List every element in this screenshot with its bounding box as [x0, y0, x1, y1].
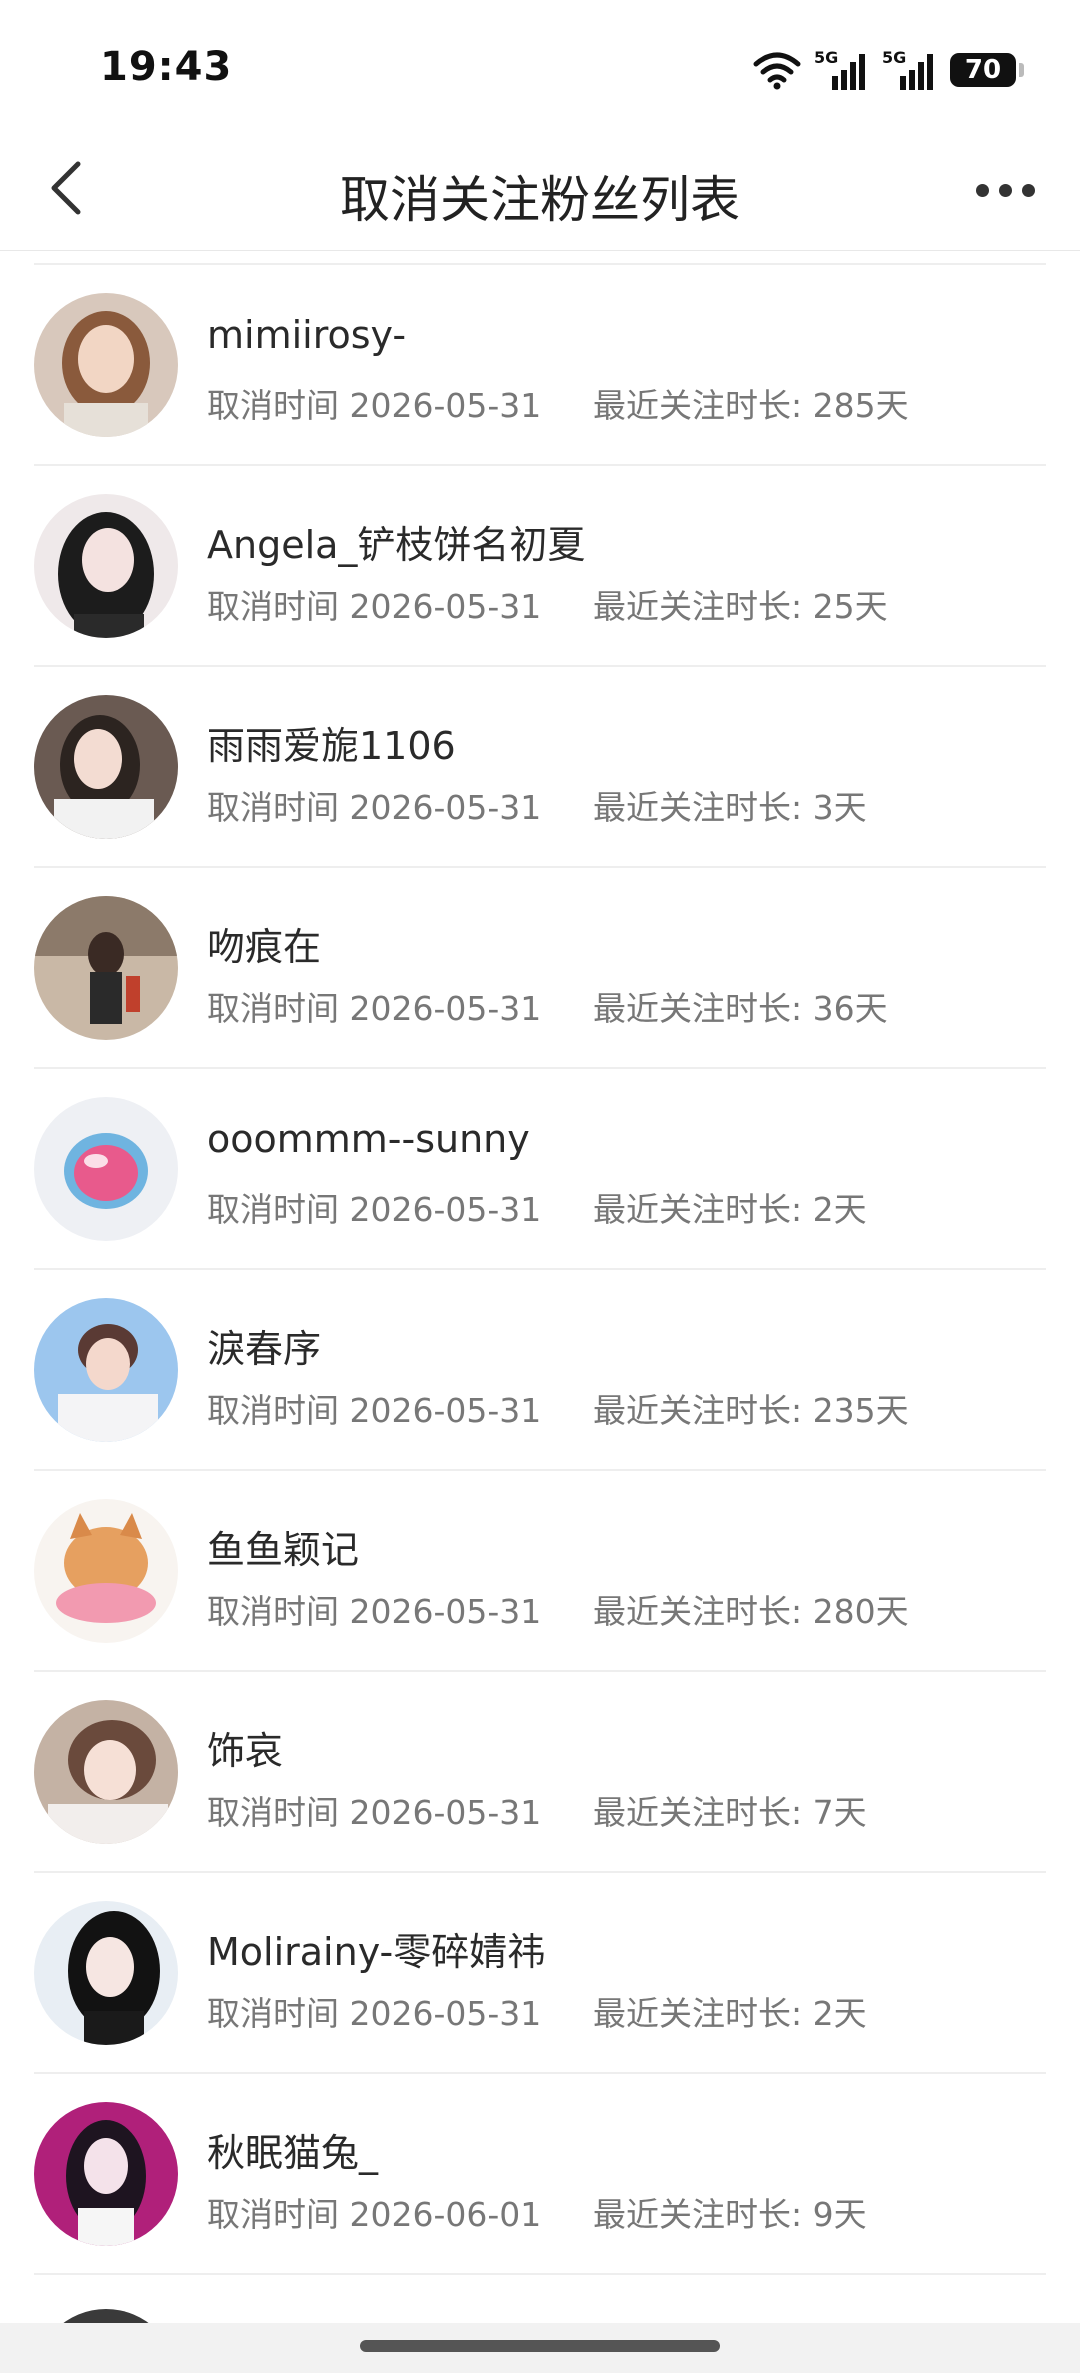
cancel-time: 取消时间 2026-05-31 [207, 1793, 542, 1832]
user-name: 雨雨爱旎1106 [207, 724, 456, 768]
nav-bar: 取消关注粉丝列表 [0, 130, 1080, 251]
network-type-label: 5G [882, 48, 907, 67]
user-name: 秋眠猫兔_ [207, 2131, 379, 2175]
more-dots-icon [975, 183, 989, 197]
follow-duration: 最近关注时长: 7天 [593, 1793, 867, 1832]
user-name: 饰哀 [207, 1729, 284, 1773]
list-item[interactable]: 雨雨爱旎1106 取消时间 2026-05-31 最近关注时长: 3天 [0, 667, 1080, 868]
follow-duration: 最近关注时长: 36天 [593, 989, 888, 1028]
follow-duration: 最近关注时长: 235天 [593, 1391, 909, 1430]
list-item[interactable]: Molirainy-零碎婧祎 取消时间 2026-05-31 最近关注时长: 2… [0, 1873, 1080, 2074]
avatar[interactable] [34, 2102, 178, 2246]
cancel-time: 取消时间 2026-05-31 [207, 788, 542, 827]
follow-duration: 最近关注时长: 9天 [593, 2195, 867, 2234]
avatar[interactable] [34, 1097, 178, 1241]
user-name: 鱼鱼颖记 [207, 1528, 360, 1572]
cancel-time: 取消时间 2026-05-31 [207, 587, 542, 626]
follow-duration: 最近关注时长: 25天 [593, 587, 888, 626]
status-time: 19:43 [100, 44, 233, 90]
list-item[interactable]: ooommm--sunny 取消时间 2026-05-31 最近关注时长: 2天 [0, 1069, 1080, 1270]
home-indicator[interactable] [360, 2340, 720, 2352]
avatar[interactable] [34, 494, 178, 638]
user-name: 吻痕在 [207, 925, 322, 969]
more-button[interactable] [960, 150, 1050, 230]
cancel-time: 取消时间 2026-05-31 [207, 1190, 542, 1229]
signal-icon-1: 5G [814, 48, 870, 92]
signal-icon-2: 5G [882, 48, 938, 92]
list-item[interactable]: Angela_铲枝饼名初夏 取消时间 2026-05-31 最近关注时长: 25… [0, 466, 1080, 667]
battery-level: 70 [964, 55, 1002, 85]
avatar[interactable] [34, 896, 178, 1040]
follow-duration: 最近关注时长: 2天 [593, 1994, 867, 2033]
user-name: ooommm--sunny [207, 1117, 530, 1161]
list-item[interactable]: 吻痕在 取消时间 2026-05-31 最近关注时长: 36天 [0, 868, 1080, 1069]
cancel-time: 取消时间 2026-05-31 [207, 989, 542, 1028]
screen: 19:43 5G 5G 70 取消关注粉丝列表 mimiirosy- 取消时间 … [0, 0, 1080, 2373]
status-icons: 5G 5G 70 [752, 48, 1024, 92]
avatar[interactable] [34, 1700, 178, 1844]
avatar[interactable] [34, 293, 178, 437]
follow-duration: 最近关注时长: 285天 [593, 386, 909, 425]
avatar[interactable] [34, 695, 178, 839]
user-name: 淚春序 [207, 1327, 322, 1371]
user-name: Molirainy-零碎婧祎 [207, 1930, 546, 1974]
divider [34, 2273, 1046, 2275]
avatar[interactable] [34, 1499, 178, 1643]
user-name: Angela_铲枝饼名初夏 [207, 523, 586, 567]
network-type-label: 5G [814, 48, 839, 67]
follow-duration: 最近关注时长: 3天 [593, 788, 867, 827]
cancel-time: 取消时间 2026-05-31 [207, 1592, 542, 1631]
list-item[interactable]: 饰哀 取消时间 2026-05-31 最近关注时长: 7天 [0, 1672, 1080, 1873]
battery-icon: 70 [950, 53, 1024, 87]
list-item[interactable]: 淚春序 取消时间 2026-05-31 最近关注时长: 235天 [0, 1270, 1080, 1471]
avatar[interactable] [34, 1298, 178, 1442]
cancel-time: 取消时间 2026-05-31 [207, 1994, 542, 2033]
wifi-icon [752, 50, 802, 90]
cancel-time: 取消时间 2026-05-31 [207, 386, 542, 425]
list-item[interactable]: mimiirosy- 取消时间 2026-05-31 最近关注时长: 285天 [0, 265, 1080, 466]
cancel-time: 取消时间 2026-05-31 [207, 1391, 542, 1430]
user-name: mimiirosy- [207, 313, 407, 357]
cancel-time: 取消时间 2026-06-01 [207, 2195, 542, 2234]
page-title: 取消关注粉丝列表 [340, 171, 740, 229]
home-gesture-area [0, 2323, 1080, 2373]
list-item[interactable]: 秋眠猫兔_ 取消时间 2026-06-01 最近关注时长: 9天 [0, 2074, 1080, 2275]
status-bar: 19:43 5G 5G 70 [0, 0, 1080, 130]
list-item[interactable]: 鱼鱼颖记 取消时间 2026-05-31 最近关注时长: 280天 [0, 1471, 1080, 1672]
follow-duration: 最近关注时长: 280天 [593, 1592, 909, 1631]
avatar[interactable] [34, 1901, 178, 2045]
follow-duration: 最近关注时长: 2天 [593, 1190, 867, 1229]
